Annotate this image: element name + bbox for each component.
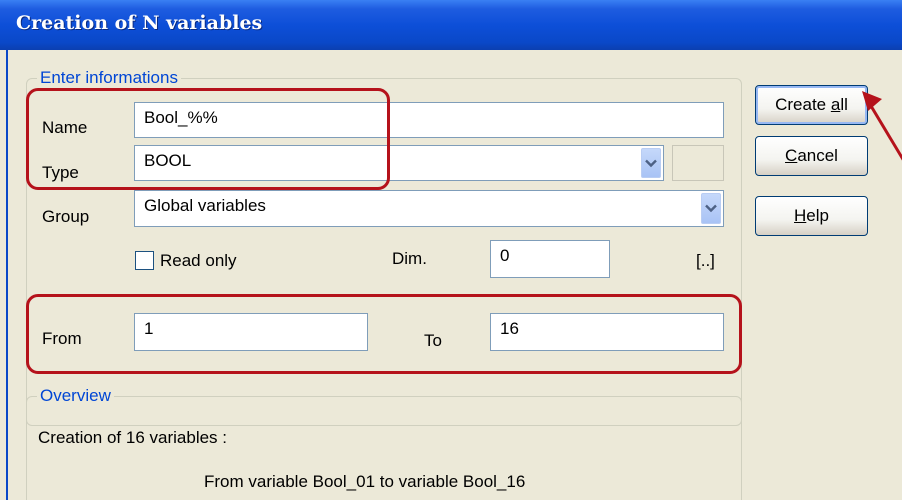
chevron-down-icon [645, 159, 657, 167]
create-all-label-part: Create [775, 95, 831, 114]
title-bar: Creation of N variables [0, 0, 902, 50]
from-input[interactable]: 1 [134, 313, 368, 351]
type-select[interactable]: BOOL [134, 145, 664, 181]
group-dropdown-button[interactable] [701, 193, 721, 224]
dim-label: Dim. [392, 249, 427, 268]
readonly-label: Read only [160, 251, 237, 270]
annotation-arrow-icon [862, 91, 902, 161]
group-label: Group [42, 207, 90, 226]
type-dropdown-button[interactable] [641, 148, 661, 178]
help-accesskey: H [794, 206, 807, 225]
help-button[interactable]: Help [755, 196, 868, 236]
create-all-accesskey: a [830, 95, 841, 114]
name-input[interactable]: Bool_%% [134, 102, 724, 138]
dim-input[interactable]: 0 [490, 240, 610, 278]
type-select-value: BOOL [144, 151, 192, 170]
help-label-end: elp [806, 206, 829, 225]
to-label: To [424, 331, 442, 350]
from-label: From [42, 329, 82, 348]
cancel-accesskey: C [785, 146, 798, 165]
chevron-down-icon [705, 204, 717, 213]
overview-range-text: From variable Bool_01 to variable Bool_1… [204, 472, 526, 491]
group-select[interactable]: Global variables [134, 190, 724, 227]
group-select-value: Global variables [144, 196, 266, 215]
type-color-swatch[interactable] [672, 145, 724, 181]
readonly-checkbox[interactable] [135, 251, 154, 270]
create-all-button[interactable]: Create a ll [755, 85, 868, 125]
to-input[interactable]: 16 [490, 313, 724, 351]
name-label: Name [42, 118, 88, 137]
dialog-client-area: Enter informations Name Bool_%% Type BOO… [6, 50, 902, 500]
overview-group-legend: Overview [37, 386, 114, 406]
info-group-legend: Enter informations [37, 68, 181, 88]
cancel-button[interactable]: Cancel [755, 136, 868, 176]
overview-summary-text: Creation of 16 variables : [38, 428, 227, 447]
create-all-label-end: ll [840, 95, 848, 114]
window-title: Creation of N variables [16, 12, 263, 34]
dim-browse-button[interactable]: [..] [696, 251, 715, 271]
type-label: Type [42, 163, 79, 182]
cancel-label-end: ancel [797, 146, 838, 165]
